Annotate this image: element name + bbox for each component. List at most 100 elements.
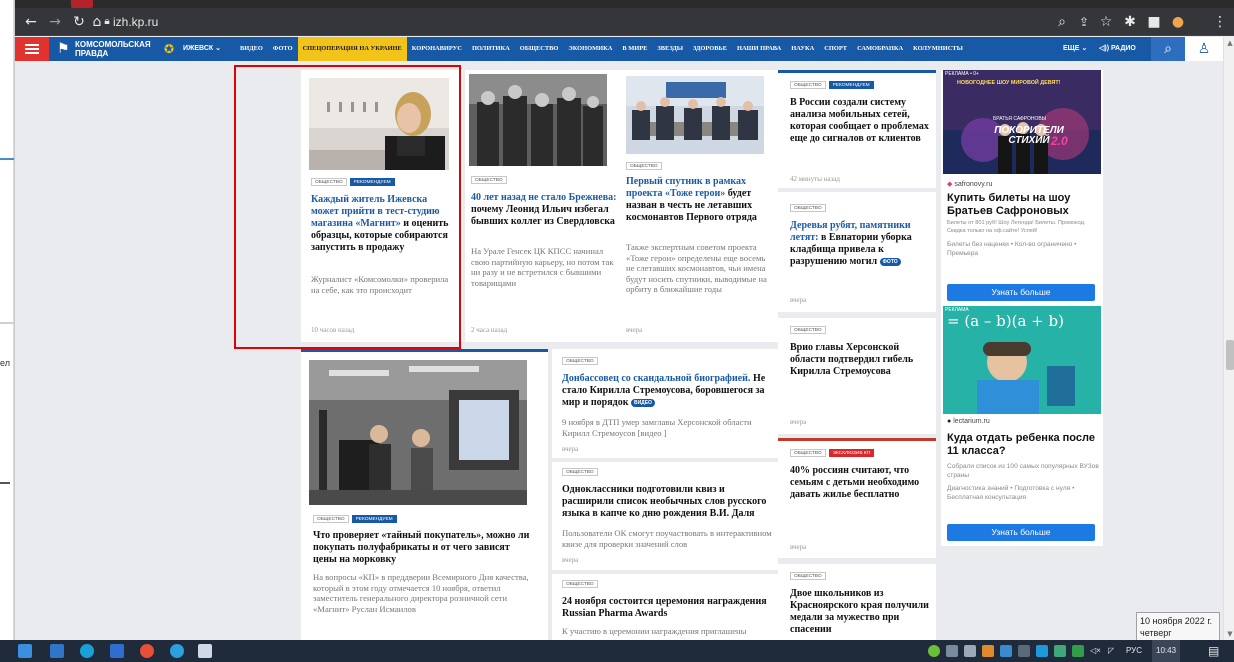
photo-badge[interactable]: ФОТО	[879, 257, 901, 266]
tag-society[interactable]: ОБЩЕСТВО	[790, 81, 826, 89]
nav-columnists[interactable]: КОЛУМНИСТЫ	[908, 37, 968, 61]
taskbar-app-icon[interactable]	[50, 644, 64, 658]
news-card-pharma-awards[interactable]: ОБЩЕСТВО 24 ноября состоится церемония н…	[552, 574, 778, 640]
nav-rights[interactable]: НАШИ ПРАВА	[732, 37, 786, 61]
nav-society[interactable]: ОБЩЕСТВО	[515, 37, 564, 61]
scroll-up-icon[interactable]: ▲	[1224, 39, 1234, 47]
news-card-schoolchildren[interactable]: ОБЩЕСТВО Двое школьников из Красноярског…	[778, 564, 936, 640]
tag-society[interactable]: ОБЩЕСТВО	[790, 572, 826, 580]
tag-society[interactable]: ОБЩЕСТВО	[562, 468, 598, 476]
tag-society[interactable]: ОБЩЕСТВО	[562, 580, 598, 588]
tag-society[interactable]: ОБЩЕСТВО	[471, 176, 507, 184]
news-card-mobile-networks[interactable]: ОБЩЕСТВО РЕКОМЕНДУЕМ В России создали си…	[778, 73, 936, 188]
card-headline[interactable]: Врио главы Херсонской области подтвердил…	[790, 342, 930, 378]
nav-radio-button[interactable]: ◁)) РАДИО	[1099, 37, 1136, 61]
nav-politics[interactable]: ПОЛИТИКА	[467, 37, 515, 61]
tag-exclusive[interactable]: ЭКСКЛЮЗИВ КП	[828, 449, 875, 457]
edge-icon[interactable]	[80, 644, 94, 658]
nav-coronavirus[interactable]: КОРОНАВИРУС	[407, 37, 467, 61]
language-indicator[interactable]: РУС	[1126, 640, 1142, 662]
tray-icon[interactable]	[1054, 645, 1066, 657]
news-card-kherson[interactable]: ОБЩЕСТВО Врио главы Херсонской области п…	[778, 318, 936, 434]
user-icon[interactable]: ♙	[1185, 37, 1223, 61]
news-card-evpatoria[interactable]: ОБЩЕСТВО Деревья рубят, памятники летят:…	[778, 192, 936, 312]
card-headline[interactable]: 40% россиян считают, что семьям с детьми…	[790, 465, 930, 501]
card-headline[interactable]: Первый спутник в рамках проекта «Тоже ге…	[626, 176, 774, 224]
scroll-thumb[interactable]	[1226, 340, 1234, 370]
card-headline[interactable]: В России создали систему анализа мобильн…	[790, 97, 930, 145]
nav-science[interactable]: НАУКА	[786, 37, 819, 61]
tag-recommend[interactable]: РЕКОМЕНДУЕМ	[349, 178, 395, 186]
share-icon[interactable]: ⇪	[1075, 12, 1093, 32]
headline-link-part[interactable]: 40 лет назад не стало Брежнева:	[471, 192, 616, 203]
menu-burger-button[interactable]	[15, 37, 49, 61]
tag-society[interactable]: ОБЩЕСТВО	[562, 357, 598, 365]
card-headline[interactable]: 24 ноября состоится церемония награждени…	[562, 596, 774, 620]
ad-title[interactable]: Купить билеты на шоу Братьев Сафроновых	[947, 192, 1099, 218]
site-logo[interactable]: КОМСОМОЛЬСКАЯ ПРАВДА	[75, 40, 151, 58]
video-badge[interactable]: ВИДЕО	[630, 398, 655, 407]
mail-icon[interactable]	[110, 644, 124, 658]
card-headline[interactable]: Донбассовец со скандальной биографией. Н…	[562, 373, 772, 409]
headline-link-part[interactable]: Донбассовец со скандальной биографией.	[562, 373, 750, 384]
tray-icon[interactable]	[1072, 645, 1084, 657]
bluetooth-icon[interactable]	[1036, 645, 1048, 657]
nav-health[interactable]: ЗДОРОВЬЕ	[688, 37, 732, 61]
news-card-housing[interactable]: ОБЩЕСТВО ЭКСКЛЮЗИВ КП 40% россиян считаю…	[778, 441, 936, 558]
tray-icon[interactable]	[982, 645, 994, 657]
chrome-icon[interactable]	[140, 644, 154, 658]
page-scrollbar[interactable]: ▲ ▼	[1223, 37, 1234, 640]
news-card-stremousov[interactable]: ОБЩЕСТВО Донбассовец со скандальной биог…	[552, 349, 778, 458]
card-headline[interactable]: Что проверяет «тайный покупатель», можно…	[313, 530, 535, 566]
ad-domain-text[interactable]: safronovy.ru	[954, 181, 992, 188]
tray-icon[interactable]	[1000, 645, 1012, 657]
card-headline[interactable]: Деревья рубят, памятники летят: в Евпато…	[790, 220, 930, 268]
tag-society[interactable]: ОБЩЕСТВО	[790, 449, 826, 457]
card-headline[interactable]: Двое школьников из Красноярского края по…	[790, 588, 930, 636]
tray-icon[interactable]	[928, 645, 940, 657]
tab-favicon-icon[interactable]	[71, 0, 93, 8]
ad-block-lectarium[interactable]: РЕКЛАМА = (a – b)(a + b) ● lectarium.ru …	[941, 306, 1103, 546]
ad-domain-text[interactable]: lectarium.ru	[953, 418, 990, 425]
kp-logo-icon[interactable]: ⚑	[57, 41, 71, 57]
scroll-down-icon[interactable]: ▼	[1224, 630, 1234, 638]
profile-icon[interactable]: ●	[1169, 12, 1187, 32]
nav-stars[interactable]: ЗВЕЗДЫ	[652, 37, 688, 61]
nav-video[interactable]: ВИДЕО	[235, 37, 268, 61]
nav-more-button[interactable]: ЕЩЕ ⌄	[1063, 37, 1087, 61]
ad-domain[interactable]: ◆ safronovy.ru	[947, 180, 992, 188]
headline-rest[interactable]: почему Леонид Ильич избегал бывших колле…	[471, 204, 615, 227]
city-selector[interactable]: ИЖЕВСК ⌄	[183, 37, 221, 61]
menu-dots-icon[interactable]: ⋮	[1213, 12, 1227, 32]
ad-block-safronovy[interactable]: РЕКЛАМА • 0+ НОВОГОДНЕЕ ШОУ МИРОВОЙ ДЕВЯ…	[941, 70, 1103, 306]
forward-arrow-icon[interactable]: →	[45, 12, 65, 32]
telegram-icon[interactable]	[170, 644, 184, 658]
news-card-brezhnev[interactable]: ОБЩЕСТВО 40 лет назад не стало Брежнева:…	[465, 70, 628, 342]
tag-society[interactable]: ОБЩЕСТВО	[790, 326, 826, 334]
card-headline[interactable]: 40 лет назад не стало Брежнева: почему Л…	[471, 192, 619, 228]
network-icon[interactable]: ◸	[1108, 640, 1114, 662]
tray-icon[interactable]	[946, 645, 958, 657]
tray-icon[interactable]	[1018, 645, 1030, 657]
star-icon[interactable]: ☆	[1097, 12, 1115, 32]
news-card-secret-shopper[interactable]: ОБЩЕСТВО РЕКОМЕНДУЕМ Что проверяет «тайн…	[301, 352, 548, 640]
ad-title[interactable]: Куда отдать ребенка после 11 класса?	[947, 432, 1097, 458]
tag-society[interactable]: ОБЩЕСТВО	[790, 204, 826, 212]
ad-more-button[interactable]: Узнать больше	[947, 524, 1095, 541]
tag-society[interactable]: ОБЩЕСТВО	[626, 162, 662, 170]
nav-photo[interactable]: ФОТО	[268, 37, 298, 61]
nav-special-operation[interactable]: СПЕЦОПЕРАЦИЯ НА УКРАИНЕ	[297, 37, 407, 61]
tag-society[interactable]: ОБЩЕСТВО	[313, 515, 349, 523]
back-arrow-icon[interactable]: ←	[21, 12, 41, 32]
notifications-icon[interactable]: ▤	[1208, 640, 1219, 662]
nav-world[interactable]: В МИРЕ	[617, 37, 652, 61]
news-card-magnit[interactable]: ОБЩЕСТВО РЕКОМЕНДУЕМ Каждый житель Ижевс…	[301, 70, 463, 342]
nav-economy[interactable]: ЭКОНОМИКА	[563, 37, 617, 61]
clock[interactable]: 10:43	[1152, 640, 1181, 662]
address-bar[interactable]: izh.kp.ru	[113, 12, 233, 32]
start-windows-icon[interactable]	[18, 644, 32, 658]
tag-society[interactable]: ОБЩЕСТВО	[311, 178, 347, 186]
tag-recommend[interactable]: РЕКОМЕНДУЕМ	[351, 515, 397, 523]
news-card-satellite[interactable]: ОБЩЕСТВО Первый спутник в рамках проекта…	[620, 70, 778, 342]
ad-banner[interactable]: РЕКЛАМА = (a – b)(a + b)	[943, 306, 1101, 414]
